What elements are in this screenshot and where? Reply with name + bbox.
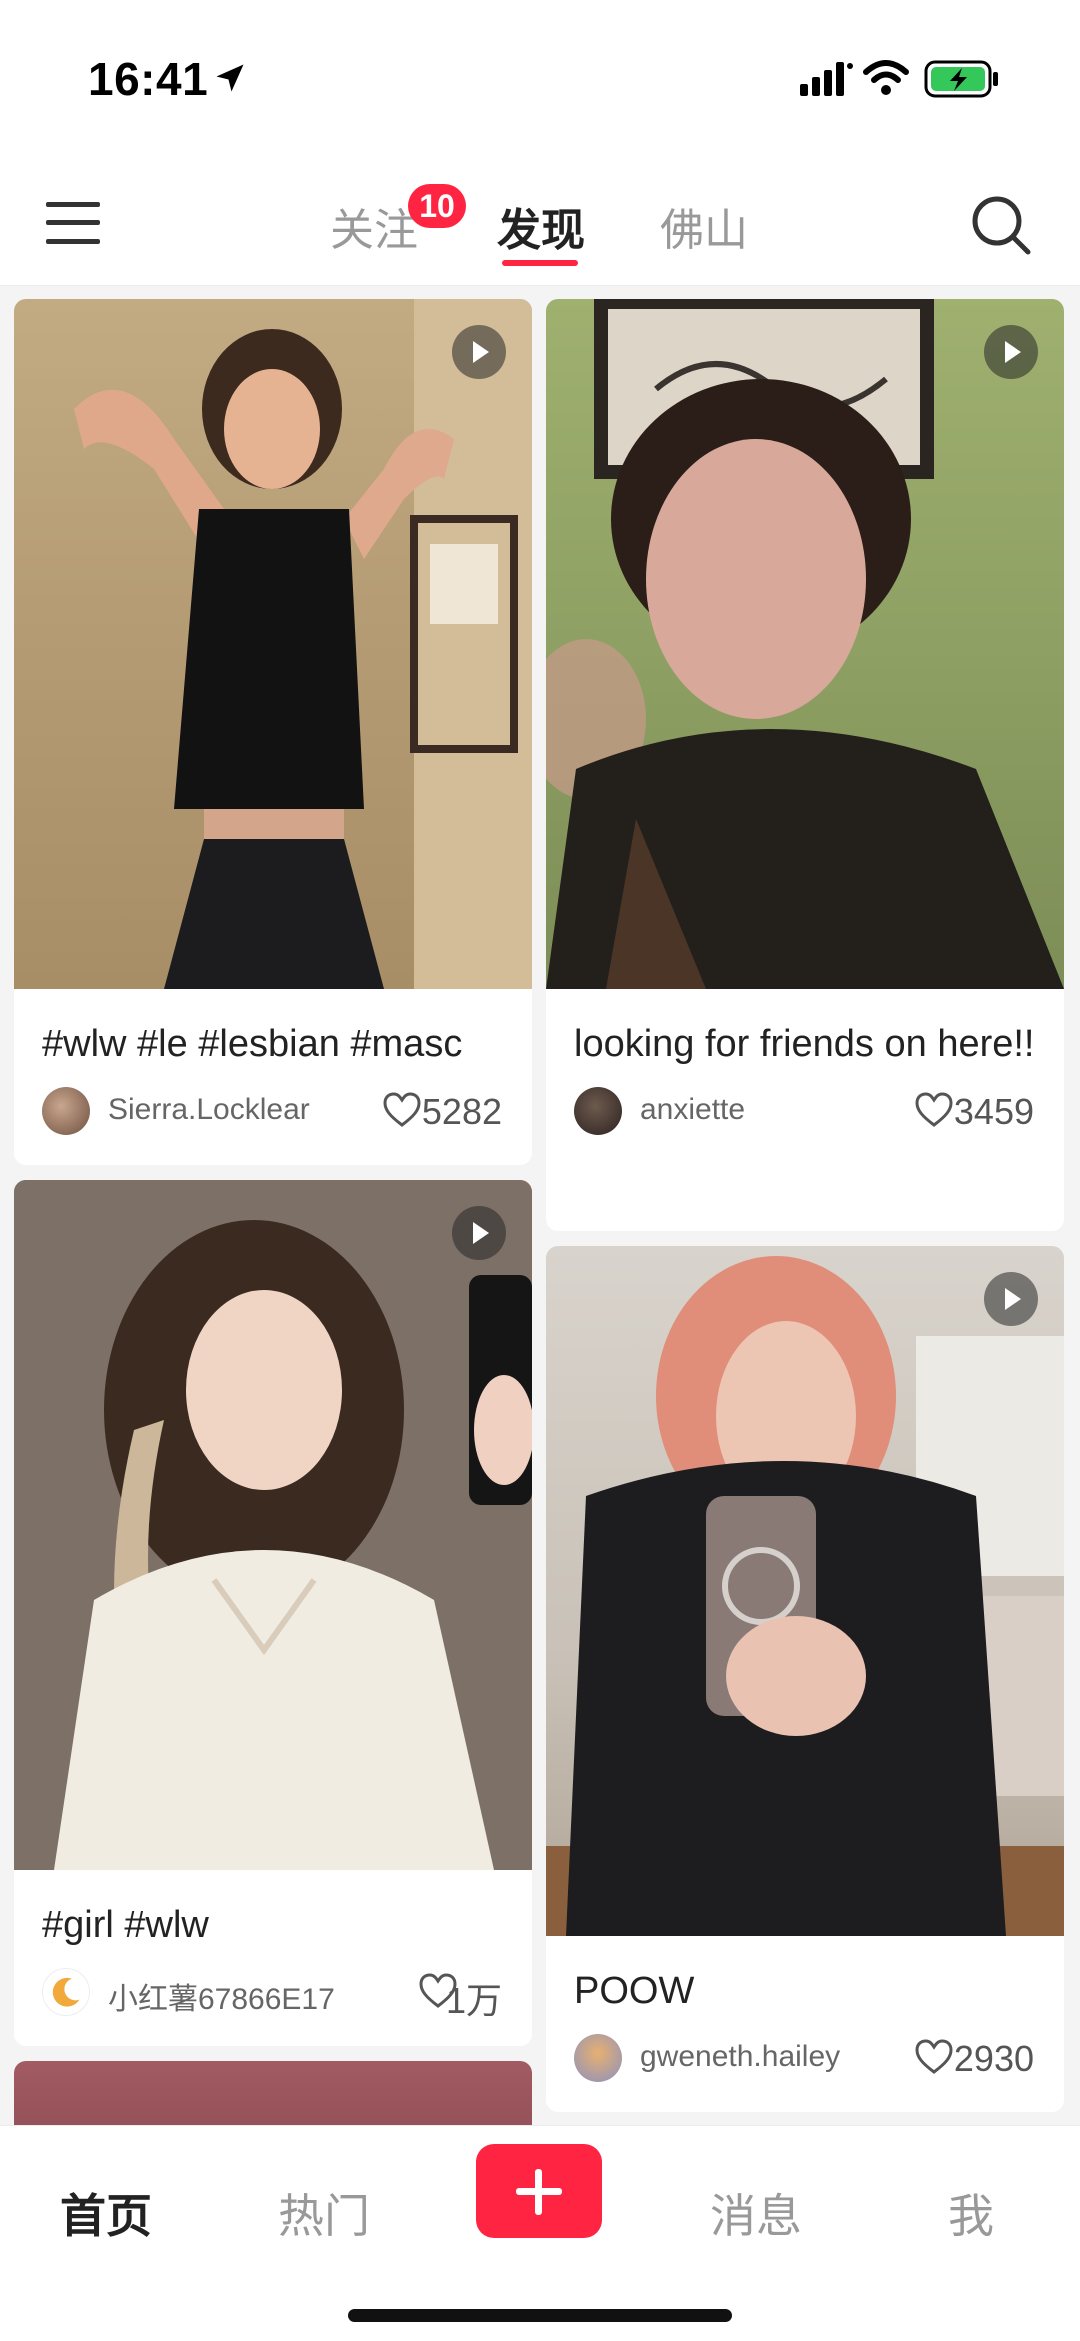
battery-charging-icon [924, 60, 998, 98]
card-title: #girl #wlw [42, 1904, 209, 1946]
tab-follow[interactable]: 关注 [330, 194, 418, 258]
video-play-icon [452, 1206, 506, 1260]
cellular-signal-icon [800, 62, 853, 96]
feed-card[interactable]: POOW gweneth.hailey 2930 [546, 1246, 1064, 2112]
card-title: #wlw #le #lesbian #masc [42, 1023, 463, 1065]
home-indicator [348, 2309, 732, 2322]
heart-icon[interactable] [382, 1091, 422, 1129]
nav-hot[interactable]: 热门 [278, 2180, 370, 2246]
wifi-icon [863, 60, 909, 95]
location-arrow-icon [216, 64, 244, 92]
card-cover-image[interactable] [546, 299, 1064, 989]
card-cover-image[interactable] [14, 299, 532, 989]
like-count: 5282 [421, 1091, 502, 1132]
card-cover-image[interactable] [546, 1246, 1064, 1936]
bottom-nav: 首页 热门 消息 我 [0, 2125, 1080, 2341]
heart-icon[interactable] [914, 2038, 954, 2076]
active-tab-indicator [502, 260, 578, 266]
card-meta: gweneth.hailey 2930 [546, 2024, 1064, 2098]
avatar[interactable] [574, 2034, 622, 2082]
tab-discover[interactable]: 发现 [497, 194, 585, 258]
author-name[interactable]: Sierra.Locklear [108, 1093, 310, 1127]
nav-home[interactable]: 首页 [60, 2180, 152, 2246]
status-bar: 16:41 [0, 0, 1080, 160]
nav-messages[interactable]: 消息 [710, 2180, 802, 2246]
top-nav: 关注 10 发现 佛山 [0, 160, 1080, 286]
card-title: POOW [574, 1970, 695, 2012]
video-play-icon [984, 1272, 1038, 1326]
tab-city[interactable]: 佛山 [660, 194, 748, 258]
author-name[interactable]: 小红薯67866E17 [108, 1974, 335, 2018]
card-cover-image[interactable] [14, 2061, 532, 2125]
feed-card[interactable] [14, 2061, 532, 2125]
card-meta: 小红薯67866E17 1万 [14, 1958, 532, 2032]
author-name[interactable]: anxiette [640, 1093, 745, 1127]
feed[interactable]: #wlw #le #lesbian #masc Sierra.Locklear … [0, 287, 1080, 2125]
card-meta: Sierra.Locklear 5282 [14, 1077, 532, 1151]
like-count: 3459 [953, 1091, 1034, 1132]
search-icon[interactable] [970, 194, 1032, 256]
menu-icon[interactable] [44, 200, 102, 246]
author-name[interactable]: gweneth.hailey [640, 2040, 840, 2074]
video-play-icon [452, 325, 506, 379]
card-cover-image[interactable] [14, 1180, 532, 1870]
feed-card[interactable]: #wlw #le #lesbian #masc Sierra.Locklear … [14, 299, 532, 1165]
video-play-icon [984, 325, 1038, 379]
like-count: 1万 [445, 1980, 502, 2021]
nav-me[interactable]: 我 [948, 2180, 994, 2246]
follow-badge: 10 [408, 184, 466, 228]
card-title: looking for friends on here!! [574, 1023, 1035, 1065]
status-time: 16:41 [88, 53, 209, 105]
heart-icon[interactable] [914, 1091, 954, 1129]
avatar[interactable] [574, 1087, 622, 1135]
feed-card[interactable]: #girl #wlw 小红薯67866E17 1万 [14, 1180, 532, 2046]
add-post-button[interactable] [476, 2144, 602, 2238]
card-meta: anxiette 3459 [546, 1077, 1064, 1151]
like-count: 2930 [953, 2038, 1034, 2079]
avatar[interactable] [42, 1968, 90, 2016]
avatar[interactable] [42, 1087, 90, 1135]
feed-card[interactable]: looking for friends on here!! anxiette 3… [546, 299, 1064, 1231]
